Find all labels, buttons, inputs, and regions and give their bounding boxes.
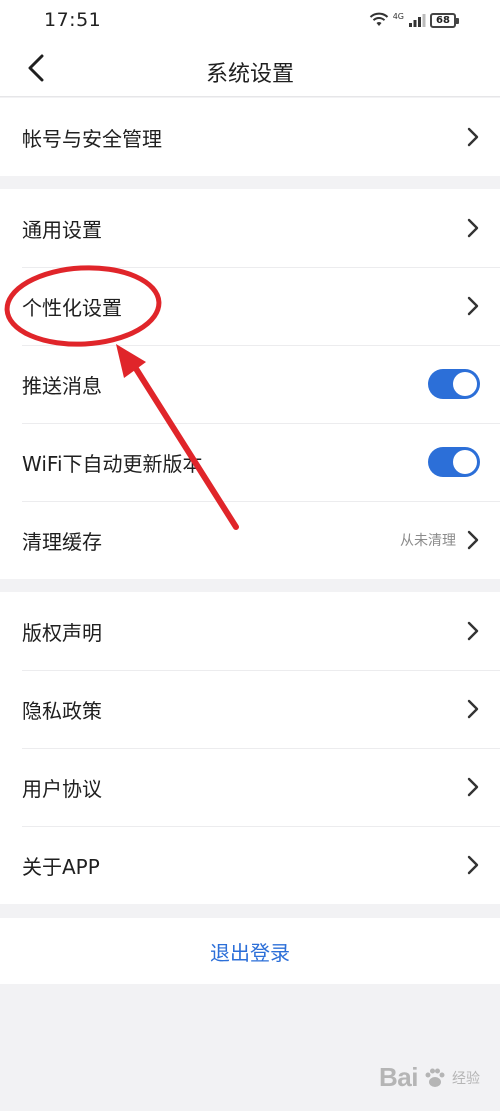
row-label: 版权声明	[22, 620, 102, 645]
status-time: 17:51	[44, 9, 102, 31]
row-label: 清理缓存	[22, 529, 102, 554]
settings-group-account: 帐号与安全管理	[0, 98, 500, 176]
row-label: 帐号与安全管理	[22, 126, 162, 151]
chevron-right-icon	[466, 854, 480, 876]
row-account-security[interactable]: 帐号与安全管理	[0, 98, 500, 176]
row-label: 个性化设置	[22, 295, 122, 320]
row-label: 关于APP	[22, 854, 100, 879]
row-user-agreement[interactable]: 用户协议	[0, 748, 500, 826]
chevron-right-icon	[466, 620, 480, 642]
chevron-right-icon	[466, 126, 480, 148]
nav-bar: 系统设置	[0, 40, 500, 97]
settings-group-general: 通用设置 个性化设置 推送消息 WiFi下自动更新版本 清理缓存 从未清理	[0, 189, 500, 579]
status-bar: 17:51 4G 68	[0, 0, 500, 40]
chevron-right-icon	[466, 217, 480, 239]
chevron-right-icon	[466, 776, 480, 798]
battery-icon: 68	[430, 12, 459, 28]
paw-icon	[425, 1068, 445, 1087]
toggle-knob	[453, 372, 477, 396]
chevron-right-icon	[466, 698, 480, 720]
page-title: 系统设置	[205, 62, 294, 87]
row-about-app[interactable]: 关于APP	[0, 826, 500, 904]
wifi-icon	[369, 12, 388, 26]
push-notifications-toggle[interactable]	[428, 369, 480, 399]
row-label: WiFi下自动更新版本	[22, 451, 203, 476]
logout-button[interactable]: 退出登录	[0, 918, 500, 984]
signal-icon	[409, 14, 426, 27]
row-general-settings[interactable]: 通用设置	[0, 189, 500, 267]
cache-status: 从未清理	[400, 533, 456, 549]
baidu-watermark: Bai 经验	[379, 1062, 480, 1093]
row-copyright[interactable]: 版权声明	[0, 592, 500, 670]
chevron-right-icon	[466, 295, 480, 317]
wifi-auto-update-toggle[interactable]	[428, 447, 480, 477]
row-privacy-policy[interactable]: 隐私政策	[0, 670, 500, 748]
settings-group-legal: 版权声明 隐私政策 用户协议 关于APP	[0, 592, 500, 904]
row-label: 推送消息	[22, 373, 102, 398]
row-clear-cache[interactable]: 清理缓存 从未清理	[0, 501, 500, 579]
status-icons: 4G 68	[369, 11, 459, 28]
watermark-sub: 经验	[452, 1070, 480, 1087]
row-label: 用户协议	[22, 776, 102, 801]
network-label: 4G	[392, 11, 404, 21]
row-wifi-auto-update: WiFi下自动更新版本	[0, 423, 500, 501]
logout-label: 退出登录	[210, 940, 290, 965]
watermark-brand: Bai	[379, 1062, 418, 1092]
chevron-right-icon	[466, 529, 480, 551]
row-label: 隐私政策	[22, 698, 102, 723]
row-push-notifications: 推送消息	[0, 345, 500, 423]
row-label: 通用设置	[22, 217, 102, 242]
row-personalization-settings[interactable]: 个性化设置	[0, 267, 500, 345]
toggle-knob	[453, 450, 477, 474]
